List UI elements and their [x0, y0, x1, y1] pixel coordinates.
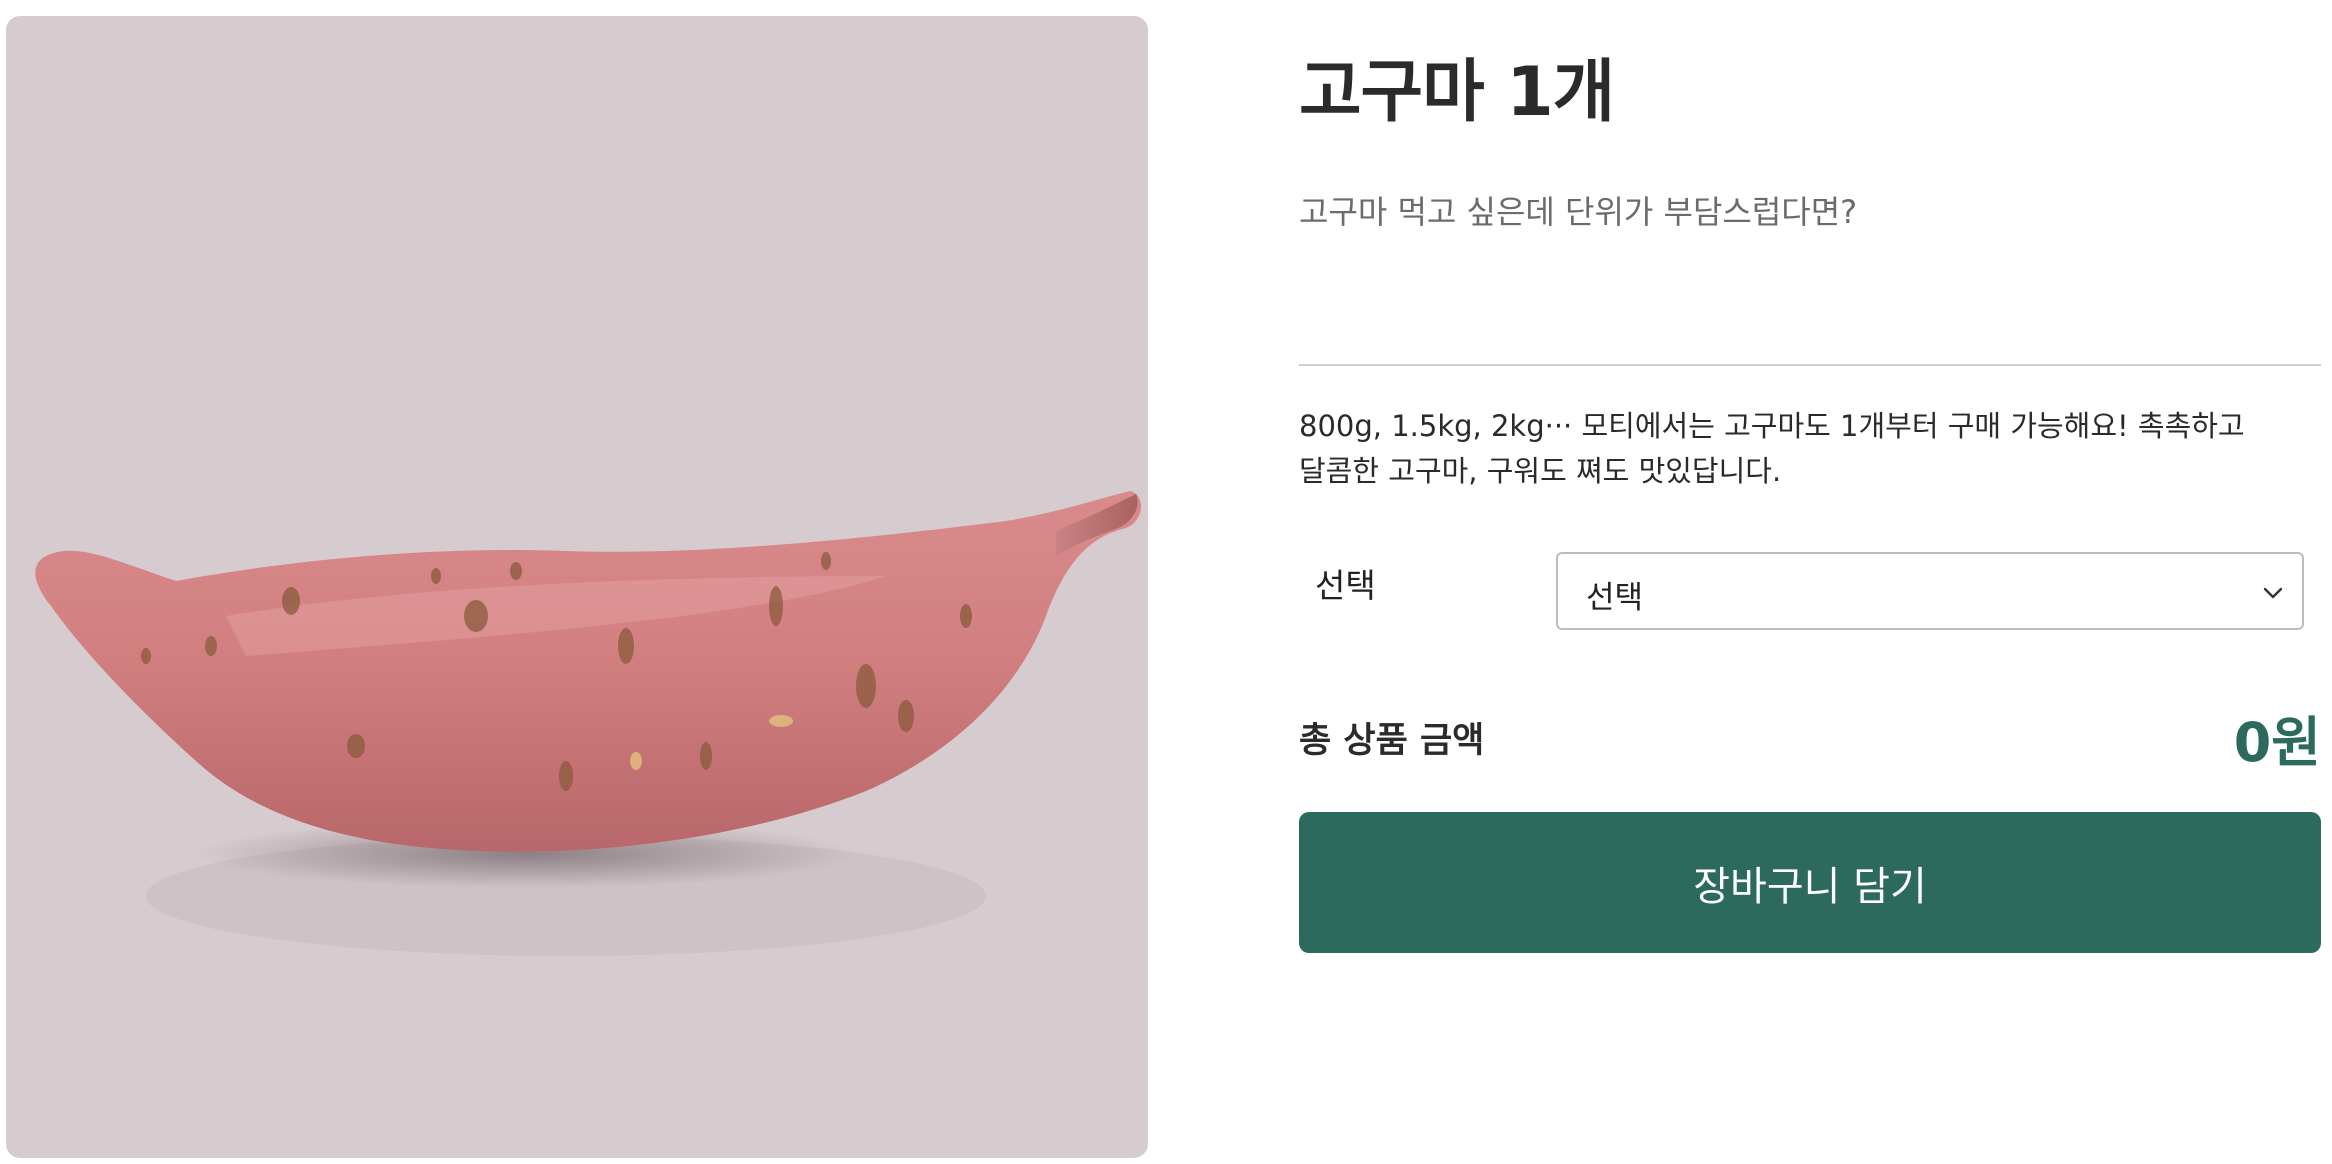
sweet-potato-illustration: [35, 491, 1142, 956]
product-detail-page: 고구마 1개 고구마 먹고 싶은데 단위가 부담스럽다면? 800g, 1.5k…: [0, 0, 2332, 1164]
option-select[interactable]: 선택: [1556, 552, 2304, 630]
option-select-value: 선택: [1586, 580, 1644, 616]
total-price-label: 총 상품 금액: [1299, 721, 1485, 761]
product-title: 고구마 1개: [1299, 53, 1615, 132]
product-image: [6, 16, 1148, 1158]
chevron-down-icon: [2263, 587, 2283, 599]
product-info: 고구마 1개 고구마 먹고 싶은데 단위가 부담스럽다면? 800g, 1.5k…: [1299, 0, 2321, 1164]
product-subtitle: 고구마 먹고 싶은데 단위가 부담스럽다면?: [1299, 193, 1858, 231]
total-price-value: 0원: [2233, 711, 2321, 774]
option-label: 선택: [1315, 566, 1376, 605]
product-description: 800g, 1.5kg, 2kg··· 모티에서는 고구마도 1개부터 구매 가…: [1299, 409, 2245, 488]
divider: [1299, 364, 2321, 366]
add-to-cart-button[interactable]: 장바구니 담기: [1299, 812, 2321, 953]
